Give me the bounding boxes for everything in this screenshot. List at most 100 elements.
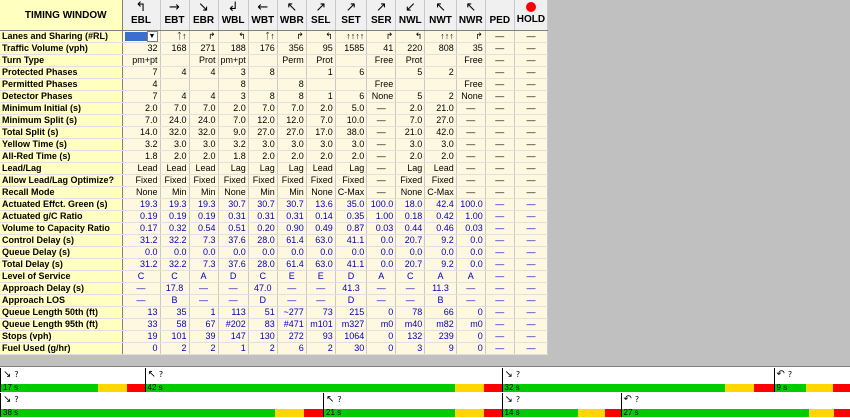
table-cell[interactable]: Fixed bbox=[160, 175, 189, 187]
table-cell[interactable]: — bbox=[514, 67, 547, 79]
phase-split[interactable]: ↖?42 s bbox=[145, 368, 502, 392]
table-cell[interactable]: 3.0 bbox=[425, 139, 457, 151]
table-cell[interactable]: Min bbox=[160, 187, 189, 199]
table-cell[interactable]: None bbox=[456, 91, 485, 103]
table-cell[interactable]: 2 bbox=[425, 91, 457, 103]
table-cell[interactable]: None bbox=[367, 91, 396, 103]
table-cell[interactable]: — bbox=[485, 115, 514, 127]
table-cell[interactable]: — bbox=[514, 103, 547, 115]
table-cell[interactable]: 7.0 bbox=[122, 115, 160, 127]
table-cell[interactable]: Fixed bbox=[218, 175, 248, 187]
table-cell[interactable]: 2.0 bbox=[306, 151, 335, 163]
table-cell[interactable]: Lead bbox=[306, 163, 335, 175]
table-cell[interactable]: 2.0 bbox=[425, 151, 457, 163]
table-cell[interactable]: 3.0 bbox=[335, 139, 367, 151]
table-cell[interactable]: 3 bbox=[218, 67, 248, 79]
table-cell[interactable]: 32.0 bbox=[160, 127, 189, 139]
table-cell[interactable]: — bbox=[514, 139, 547, 151]
table-cell[interactable]: 7.0 bbox=[306, 115, 335, 127]
table-cell[interactable]: ↱ bbox=[456, 31, 485, 43]
phase-split[interactable]: ↘?38 s bbox=[0, 393, 323, 417]
table-cell[interactable]: 17.0 bbox=[306, 127, 335, 139]
column-header-set[interactable]: ↗SET bbox=[335, 0, 367, 31]
table-cell[interactable]: — bbox=[514, 31, 547, 43]
table-cell[interactable]: — bbox=[485, 151, 514, 163]
table-cell[interactable]: 27.0 bbox=[277, 127, 306, 139]
column-header-nwl[interactable]: ↙NWL bbox=[396, 0, 425, 31]
table-cell[interactable]: Lead bbox=[425, 163, 457, 175]
table-cell[interactable]: 7.0 bbox=[396, 115, 425, 127]
table-cell[interactable]: 3.0 bbox=[189, 139, 218, 151]
table-cell[interactable]: Free bbox=[456, 55, 485, 67]
table-cell[interactable]: 32.0 bbox=[189, 127, 218, 139]
table-cell[interactable]: Fixed bbox=[122, 175, 160, 187]
table-cell[interactable]: 21.0 bbox=[425, 103, 457, 115]
table-cell[interactable]: C-Max bbox=[425, 187, 457, 199]
dropdown-arrow-icon[interactable]: ▼ bbox=[147, 31, 158, 42]
table-cell[interactable]: Free bbox=[367, 55, 396, 67]
table-cell[interactable]: 9.0 bbox=[218, 127, 248, 139]
table-cell[interactable] bbox=[335, 79, 367, 91]
table-cell[interactable]: Fixed bbox=[335, 175, 367, 187]
table-cell[interactable] bbox=[396, 79, 425, 91]
table-cell[interactable]: 5 bbox=[396, 91, 425, 103]
table-cell[interactable]: 4 bbox=[189, 91, 218, 103]
phase-split[interactable]: ↶?9 s bbox=[774, 368, 850, 392]
table-cell[interactable]: 3.0 bbox=[277, 139, 306, 151]
column-header-wbt[interactable]: ←WBT bbox=[248, 0, 277, 31]
table-cell[interactable]: Prot bbox=[306, 55, 335, 67]
table-cell[interactable]: 2.0 bbox=[122, 103, 160, 115]
table-cell[interactable]: 7.0 bbox=[160, 103, 189, 115]
table-cell[interactable]: 2.0 bbox=[277, 151, 306, 163]
table-cell[interactable]: None bbox=[122, 187, 160, 199]
table-cell[interactable]: 356 bbox=[277, 43, 306, 55]
table-cell[interactable]: 7.0 bbox=[218, 115, 248, 127]
table-cell[interactable]: 271 bbox=[189, 43, 218, 55]
phase-split[interactable]: ↖?21 s bbox=[323, 393, 502, 417]
table-cell[interactable] bbox=[189, 79, 218, 91]
table-cell[interactable]: — bbox=[367, 127, 396, 139]
table-cell[interactable]: Free bbox=[456, 79, 485, 91]
table-cell[interactable]: 4 bbox=[122, 79, 160, 91]
table-cell[interactable] bbox=[160, 79, 189, 91]
table-cell[interactable]: 6 bbox=[335, 91, 367, 103]
table-cell[interactable]: Lead bbox=[160, 163, 189, 175]
table-cell[interactable]: 3.2 bbox=[218, 139, 248, 151]
table-cell[interactable]: — bbox=[367, 151, 396, 163]
table-cell[interactable]: — bbox=[514, 91, 547, 103]
table-cell[interactable]: 21.0 bbox=[396, 127, 425, 139]
table-cell[interactable]: 24.0 bbox=[189, 115, 218, 127]
column-header-ebr[interactable]: ↘EBR bbox=[189, 0, 218, 31]
table-cell[interactable]: — bbox=[456, 163, 485, 175]
table-cell[interactable]: 14.0 bbox=[122, 127, 160, 139]
table-cell[interactable]: 7.0 bbox=[189, 103, 218, 115]
table-cell[interactable] bbox=[425, 79, 457, 91]
table-cell[interactable] bbox=[248, 79, 277, 91]
table-cell[interactable]: 808 bbox=[425, 43, 457, 55]
phase-split[interactable]: ↘?32 s bbox=[502, 368, 774, 392]
table-cell[interactable]: 7 bbox=[122, 91, 160, 103]
table-cell[interactable]: ↱ bbox=[367, 31, 396, 43]
table-cell[interactable]: 3.0 bbox=[396, 139, 425, 151]
table-cell[interactable]: — bbox=[456, 127, 485, 139]
column-header-nwr[interactable]: ↖NWR bbox=[456, 0, 485, 31]
table-cell[interactable]: Fixed bbox=[396, 175, 425, 187]
column-header-wbr[interactable]: ↖WBR bbox=[277, 0, 306, 31]
table-cell[interactable]: 3 bbox=[218, 91, 248, 103]
table-cell[interactable]: — bbox=[367, 187, 396, 199]
phase-split[interactable]: ↘?14 s bbox=[502, 393, 621, 417]
table-cell[interactable]: — bbox=[367, 163, 396, 175]
table-cell[interactable]: — bbox=[456, 103, 485, 115]
table-cell[interactable]: ↱ bbox=[189, 31, 218, 43]
table-cell[interactable]: pm+pt bbox=[218, 55, 248, 67]
table-cell[interactable]: 220 bbox=[396, 43, 425, 55]
table-cell[interactable]: Fixed bbox=[425, 175, 457, 187]
table-cell[interactable]: ↰ bbox=[218, 31, 248, 43]
table-cell[interactable]: — bbox=[456, 151, 485, 163]
table-cell[interactable]: 12.0 bbox=[277, 115, 306, 127]
table-cell[interactable]: 4 bbox=[189, 67, 218, 79]
table-cell[interactable] bbox=[160, 55, 189, 67]
phase-split[interactable]: ↘?17 s bbox=[0, 368, 145, 392]
table-cell[interactable]: 5.0 bbox=[335, 103, 367, 115]
table-cell[interactable]: 1 bbox=[306, 67, 335, 79]
